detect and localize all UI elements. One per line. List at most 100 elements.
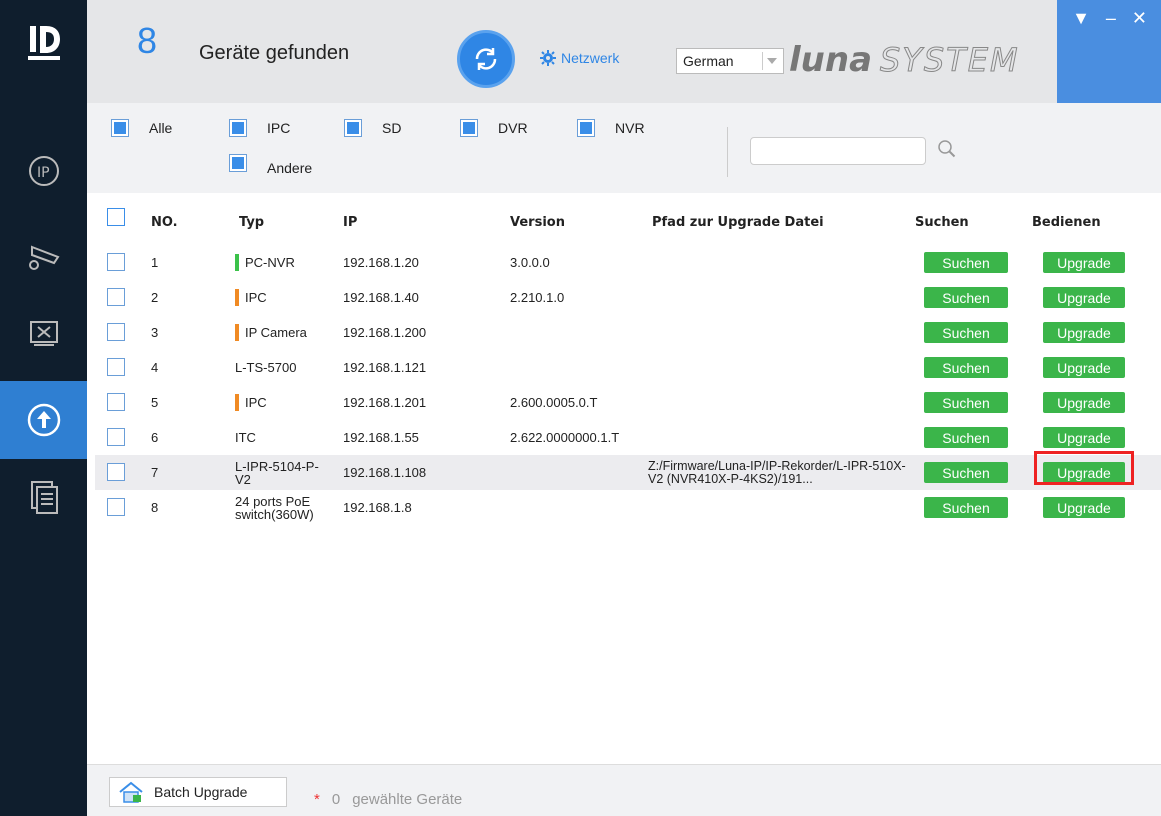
row-checkbox[interactable] [107,428,125,446]
sidebar-tools-icon[interactable] [0,296,87,370]
row-checkbox[interactable] [107,393,125,411]
search-button[interactable]: Suchen [924,497,1008,518]
sidebar-camera-config-icon[interactable] [0,220,87,294]
row-type-label: ITC [235,430,256,445]
filter-ipc-checkbox[interactable] [229,119,247,137]
filter-other[interactable]: Andere [229,150,312,176]
table-row[interactable]: 3 IP Camera 192.168.1.200 Suchen Upgrade [95,315,1161,350]
brand-logo: luna SYSTEM [789,40,1020,80]
row-ip: 192.168.1.200 [343,325,427,340]
search-button[interactable]: Suchen [924,287,1008,308]
search-button[interactable]: Suchen [924,462,1008,483]
row-version: 2.622.0000000.1.T [510,430,620,445]
row-type-label: PC-NVR [245,255,295,270]
filter-ipc-label: IPC [267,120,291,136]
row-checkbox[interactable] [107,358,125,376]
table-row[interactable]: 5 IPC 192.168.1.201 2.600.0005.0.T Suchen Upg… [95,385,1161,420]
row-ip: 192.168.1.108 [343,465,427,480]
filter-nvr[interactable]: NVR [577,119,645,137]
selected-label: gewählte Geräte [352,791,463,808]
select-divider [762,52,763,70]
language-select[interactable]: German [676,48,784,74]
search-button[interactable]: Suchen [924,322,1008,343]
table-row[interactable]: 2 IPC 192.168.1.40 2.210.1.0 Suchen Upgrade [95,280,1161,315]
filter-divider [727,127,728,177]
row-type-label: 24 ports PoE switch(360W) [235,493,314,522]
refresh-button[interactable] [457,30,515,88]
upgrade-button[interactable]: Upgrade [1043,392,1125,413]
search-button[interactable]: Suchen [924,357,1008,378]
network-label: Netzwerk [561,50,620,66]
filter-all-checkbox[interactable] [111,119,129,137]
selected-devices-info: * 0 gewählte Geräte [314,791,462,808]
row-checkbox[interactable] [107,463,125,481]
filter-all[interactable]: Alle [111,119,172,137]
col-ip: IP [343,215,358,230]
header: 8 Geräte gefunden Netzwerk German luna S… [87,0,1161,103]
filter-sd[interactable]: SD [344,119,401,137]
table-row[interactable]: 1 PC-NVR 192.168.1.20 3.0.0.0 Suchen Upgrade [95,245,1161,280]
filter-dvr-checkbox[interactable] [460,119,478,137]
type-indicator [235,289,239,306]
row-no: 1 [151,255,159,270]
col-type: Typ [239,215,265,230]
filter-nvr-checkbox[interactable] [577,119,595,137]
search-input[interactable] [750,137,926,165]
type-indicator [235,254,239,271]
upgrade-button[interactable]: Upgrade [1043,322,1125,343]
row-checkbox[interactable] [107,288,125,306]
row-no: 8 [151,500,159,515]
row-version: 2.600.0005.0.T [510,395,598,410]
window-controls: ▼ – ✕ [1057,0,1161,103]
row-type: 24 ports PoE switch(360W) [235,495,335,521]
brand-system: SYSTEM [880,41,1020,80]
batch-upgrade-button[interactable]: Batch Upgrade [109,777,287,807]
app-logo-icon [0,14,87,74]
type-indicator [235,324,239,341]
device-filter-bar: Alle IPC SD DVR NVR Andere [87,103,1161,193]
sidebar-documents-icon[interactable] [0,460,87,534]
filter-dvr[interactable]: DVR [460,119,528,137]
filter-dvr-label: DVR [498,120,528,136]
close-icon[interactable]: ✕ [1132,8,1147,95]
row-type: IP Camera [235,324,335,341]
row-ip: 192.168.1.55 [343,430,419,445]
table-row[interactable]: 4 L-TS-5700 192.168.1.121 Suchen Upgrade [95,350,1161,385]
search-button[interactable]: Suchen [924,392,1008,413]
upgrade-highlight-box [1034,451,1134,485]
network-settings-link[interactable]: Netzwerk [540,50,619,66]
row-type-label: IPC [245,395,267,410]
upgrade-button[interactable]: Upgrade [1043,497,1125,518]
row-no: 6 [151,430,159,445]
filter-sd-checkbox[interactable] [344,119,362,137]
table-row[interactable]: 7 L-IPR-5104-P-V2 192.168.1.108 Z:/Firmware… [95,455,1161,490]
search-button[interactable]: Suchen [924,252,1008,273]
col-path: Pfad zur Upgrade Datei [652,215,824,230]
devices-found-label: Geräte gefunden [199,42,350,64]
table-row[interactable]: 6 ITC 192.168.1.55 2.622.0000000.1.T Suchen U… [95,420,1161,455]
sidebar-ip-icon[interactable]: IP [0,134,87,208]
row-no: 7 [151,465,159,480]
upgrade-button[interactable]: Upgrade [1043,357,1125,378]
row-checkbox[interactable] [107,253,125,271]
row-type: L-IPR-5104-P-V2 [235,460,335,486]
sidebar-upgrade-icon[interactable] [0,381,87,459]
table-row[interactable]: 8 24 ports PoE switch(360W) 192.168.1.8 Suc… [95,490,1161,525]
chevron-down-icon [767,58,777,64]
minimize-icon[interactable]: – [1106,8,1116,95]
upgrade-button[interactable]: Upgrade [1043,287,1125,308]
filter-ipc[interactable]: IPC [229,119,290,137]
select-all-checkbox[interactable] [107,208,125,226]
row-type: PC-NVR [235,254,335,271]
upgrade-button[interactable]: Upgrade [1043,427,1125,448]
menu-dropdown-icon[interactable]: ▼ [1072,8,1090,95]
row-checkbox[interactable] [107,498,125,516]
row-version: 3.0.0.0 [510,255,550,270]
filter-other-checkbox[interactable] [229,154,247,172]
row-path: Z:/Firmware/Luna-IP/IP-Rekorder/L-IPR-51… [648,458,906,486]
search-icon[interactable] [937,139,957,159]
row-ip: 192.168.1.20 [343,255,419,270]
upgrade-button[interactable]: Upgrade [1043,252,1125,273]
search-button[interactable]: Suchen [924,427,1008,448]
row-checkbox[interactable] [107,323,125,341]
